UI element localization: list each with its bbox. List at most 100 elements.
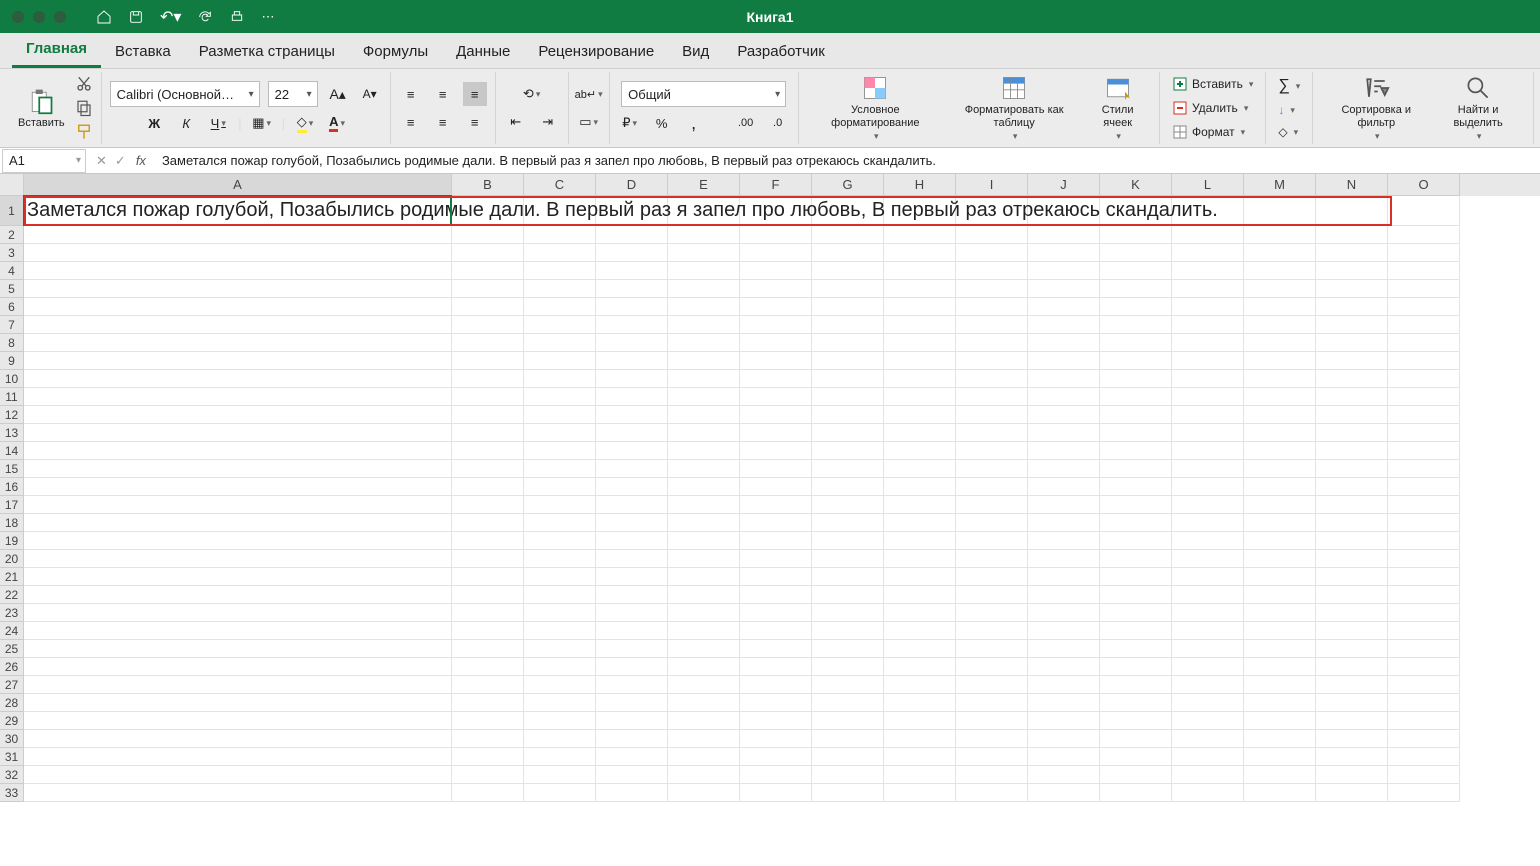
cell[interactable]: [1244, 622, 1316, 640]
cell[interactable]: [452, 496, 524, 514]
cell[interactable]: [1388, 748, 1460, 766]
cell[interactable]: [524, 748, 596, 766]
cell[interactable]: [956, 766, 1028, 784]
cell[interactable]: [1388, 388, 1460, 406]
cell[interactable]: [884, 226, 956, 244]
cell[interactable]: [668, 748, 740, 766]
cell[interactable]: [956, 514, 1028, 532]
cell[interactable]: [1388, 712, 1460, 730]
cell[interactable]: [740, 676, 812, 694]
cell[interactable]: [1388, 352, 1460, 370]
cell[interactable]: [1100, 532, 1172, 550]
cell[interactable]: [524, 316, 596, 334]
cell[interactable]: [1172, 514, 1244, 532]
col-header[interactable]: O: [1388, 174, 1460, 196]
cell[interactable]: [1388, 640, 1460, 658]
close-icon[interactable]: [12, 11, 24, 23]
cell[interactable]: [740, 712, 812, 730]
more-icon[interactable]: ⋯: [261, 9, 274, 25]
row-header[interactable]: 13: [0, 424, 24, 442]
cell[interactable]: [524, 244, 596, 262]
cell[interactable]: [24, 568, 452, 586]
row-header[interactable]: 7: [0, 316, 24, 334]
cell[interactable]: [956, 424, 1028, 442]
col-header[interactable]: H: [884, 174, 956, 196]
cell[interactable]: [24, 784, 452, 802]
col-header[interactable]: A: [24, 174, 452, 196]
align-left-icon[interactable]: ≡: [399, 110, 423, 134]
cell[interactable]: [812, 766, 884, 784]
row-header[interactable]: 10: [0, 370, 24, 388]
cell[interactable]: [884, 298, 956, 316]
cell[interactable]: [524, 226, 596, 244]
cell[interactable]: [884, 496, 956, 514]
cell[interactable]: [1100, 604, 1172, 622]
cell[interactable]: [452, 226, 524, 244]
cell[interactable]: [1100, 766, 1172, 784]
cell[interactable]: [740, 622, 812, 640]
cell[interactable]: [1388, 460, 1460, 478]
cell[interactable]: [812, 424, 884, 442]
cell[interactable]: [24, 694, 452, 712]
cell[interactable]: [1316, 514, 1388, 532]
cell[interactable]: [956, 388, 1028, 406]
cell[interactable]: [524, 730, 596, 748]
cell[interactable]: [596, 334, 668, 352]
cell[interactable]: [1388, 280, 1460, 298]
cell[interactable]: [24, 298, 452, 316]
cell[interactable]: [596, 586, 668, 604]
cell[interactable]: [668, 460, 740, 478]
cell[interactable]: [884, 784, 956, 802]
cell[interactable]: [1316, 676, 1388, 694]
cell[interactable]: [1028, 352, 1100, 370]
cell[interactable]: [1028, 730, 1100, 748]
cell[interactable]: [1388, 622, 1460, 640]
cell[interactable]: [1244, 280, 1316, 298]
cell[interactable]: [956, 550, 1028, 568]
cell[interactable]: [1100, 460, 1172, 478]
cell[interactable]: [740, 694, 812, 712]
cell[interactable]: [884, 460, 956, 478]
cell[interactable]: [24, 316, 452, 334]
cell[interactable]: [740, 514, 812, 532]
print-icon[interactable]: [229, 9, 245, 25]
tab-Рецензирование[interactable]: Рецензирование: [524, 35, 668, 68]
cell[interactable]: [1100, 496, 1172, 514]
cell[interactable]: [24, 766, 452, 784]
cell[interactable]: [1028, 622, 1100, 640]
cell-styles-button[interactable]: Стили ячеек: [1084, 72, 1151, 144]
cell[interactable]: [1388, 196, 1460, 226]
cell[interactable]: [1028, 334, 1100, 352]
cell[interactable]: [1316, 712, 1388, 730]
cell[interactable]: [1028, 550, 1100, 568]
cell[interactable]: [452, 370, 524, 388]
cell[interactable]: [524, 514, 596, 532]
cell[interactable]: [452, 676, 524, 694]
fx-icon[interactable]: fx: [136, 153, 146, 168]
cell[interactable]: [452, 766, 524, 784]
cell[interactable]: [884, 514, 956, 532]
cell[interactable]: [1316, 406, 1388, 424]
cell[interactable]: [884, 352, 956, 370]
cell[interactable]: [740, 370, 812, 388]
cell[interactable]: [596, 622, 668, 640]
cell[interactable]: [524, 568, 596, 586]
cell[interactable]: [884, 586, 956, 604]
row-header[interactable]: 22: [0, 586, 24, 604]
cell[interactable]: [1028, 370, 1100, 388]
cell[interactable]: [740, 406, 812, 424]
cell[interactable]: [668, 604, 740, 622]
cell[interactable]: [1172, 478, 1244, 496]
cell[interactable]: [596, 784, 668, 802]
cell[interactable]: [812, 496, 884, 514]
cell[interactable]: [1388, 442, 1460, 460]
cell[interactable]: [524, 460, 596, 478]
cell[interactable]: [524, 550, 596, 568]
cell[interactable]: [1172, 460, 1244, 478]
number-format-select[interactable]: Общий: [621, 81, 786, 107]
cell[interactable]: [1316, 442, 1388, 460]
col-header[interactable]: G: [812, 174, 884, 196]
cell[interactable]: [24, 442, 452, 460]
cell[interactable]: [1316, 766, 1388, 784]
cell[interactable]: [668, 712, 740, 730]
